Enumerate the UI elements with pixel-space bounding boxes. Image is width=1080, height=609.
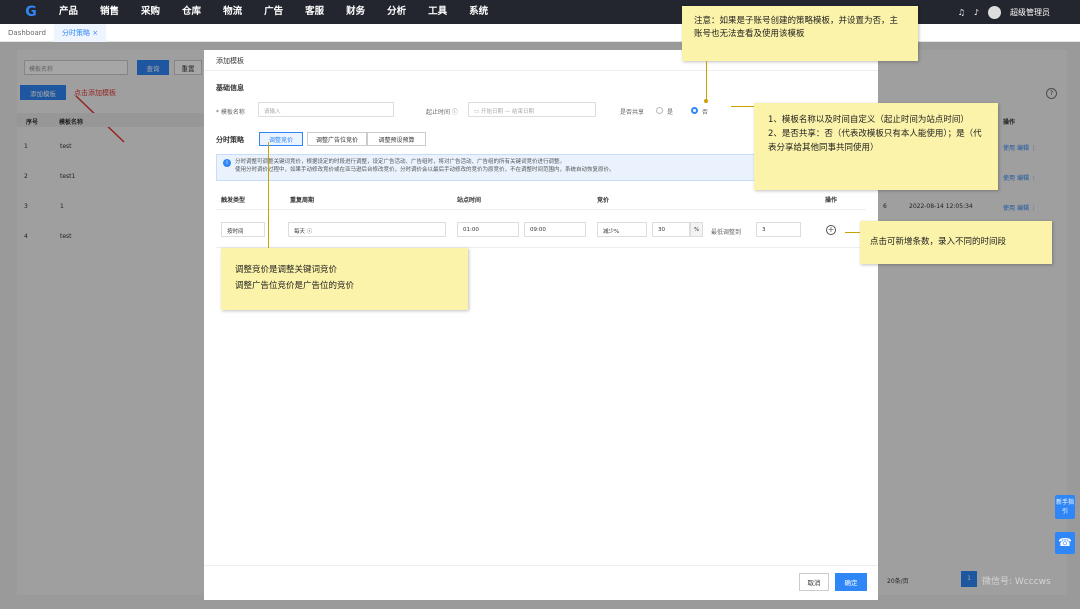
nav-item-sales[interactable]: 销售 <box>91 0 132 24</box>
th-bid: 竞价 <box>597 197 610 204</box>
nav-item-system[interactable]: 系统 <box>460 0 501 24</box>
nav-item-service[interactable]: 客服 <box>296 0 337 24</box>
info-icon: i <box>223 159 231 167</box>
note-add-row: 点击可新增条数，录入不同的时间段 <box>860 221 1052 264</box>
share-no-label: 否 <box>702 109 709 116</box>
note-connector <box>845 232 860 233</box>
note-connector <box>706 61 707 101</box>
nav-item-ads[interactable]: 广告 <box>255 0 296 24</box>
share-yes-label: 是 <box>667 109 674 116</box>
note-line-2: 2、是否共享：否（代表改模板只有本人能使用）；是（代表分享给其他同事共同使用） <box>768 129 982 153</box>
page-tabs: Dashboard 分时策略 × <box>0 23 1080 42</box>
tab-adjust-placement-bid[interactable]: 调整广告位竞价 <box>307 132 367 146</box>
cycle-select[interactable]: 每天 ⓘ <box>288 222 446 237</box>
template-name-input[interactable]: 请输入 <box>258 102 394 117</box>
add-row-icon[interactable]: + <box>826 225 836 235</box>
confirm-button[interactable]: 确定 <box>835 573 867 591</box>
th-type: 触发类型 <box>221 197 246 204</box>
top-right-tools: ♫ ♪ 超级管理员 <box>958 0 1050 24</box>
nav-item-purchase[interactable]: 采购 <box>132 0 173 24</box>
share-label: 是否共享 <box>620 109 645 116</box>
name-label: * 模板名称 <box>216 109 245 116</box>
end-time-input[interactable]: 09:00 <box>524 222 586 237</box>
tab-adjust-bid[interactable]: 调整竞价 <box>259 132 303 146</box>
nav-item-tools[interactable]: 工具 <box>419 0 460 24</box>
th-time: 站点时间 <box>457 197 482 204</box>
th-op: 操作 <box>825 197 838 204</box>
note-bid-line-1: 调整竞价是调整关键词竞价 <box>235 265 338 275</box>
nav-item-logistics[interactable]: 物流 <box>214 0 255 24</box>
strategy-label: 分时策略 <box>216 136 244 144</box>
app-logo[interactable]: G <box>14 0 48 24</box>
divider <box>204 565 878 566</box>
min-bid-input[interactable]: 3 <box>756 222 801 237</box>
tab-adjust-budget[interactable]: 调整预设预算 <box>367 132 426 146</box>
modal-title: 添加模板 <box>216 57 244 65</box>
main-nav: 产品 销售 采购 仓库 物流 广告 客服 财务 分析 工具 系统 <box>50 0 501 24</box>
guide-button[interactable]: 新手指引 <box>1055 495 1075 519</box>
bid-mode-select[interactable]: 减少% <box>597 222 647 237</box>
date-range-input[interactable]: ▭ 开始日期 — 结束日期 <box>468 102 596 117</box>
note-connector <box>731 106 754 107</box>
top-nav-bar: G 产品 销售 采购 仓库 物流 广告 客服 财务 分析 工具 系统 ♫ ♪ 超… <box>0 0 1080 24</box>
note-name-time-share: 1、模板名称以及时间自定义（起止时间为站点时间） 2、是否共享：否（代表改模板只… <box>754 103 998 190</box>
note-line-1: 1、模板名称以及时间自定义（起止时间为站点时间） <box>768 115 969 125</box>
info-line-1: 分时调整可调整关键词竞价，根据设定的时段进行调整，设定广告活动、广告组时，将对广… <box>235 159 566 165</box>
note-connector <box>268 142 269 248</box>
divider <box>216 209 866 210</box>
nav-item-product[interactable]: 产品 <box>50 0 91 24</box>
start-time-input[interactable]: 01:00 <box>457 222 519 237</box>
info-alert: i 分时调整可调整关键词竞价，根据设定的时段进行调整，设定广告活动、广告组时，将… <box>216 154 846 181</box>
nav-item-analysis[interactable]: 分析 <box>378 0 419 24</box>
nav-item-finance[interactable]: 财务 <box>337 0 378 24</box>
nav-item-warehouse[interactable]: 仓库 <box>173 0 214 24</box>
th-cycle: 重复周期 <box>290 197 315 204</box>
bid-value-input[interactable]: 30 <box>652 222 690 237</box>
min-label: 最低调整到 <box>711 229 742 236</box>
customer-service-icon[interactable]: ☎ <box>1055 532 1075 554</box>
share-yes-radio[interactable] <box>656 107 663 114</box>
divider <box>204 70 878 71</box>
time-label: 起止时间 ⓘ <box>426 109 458 116</box>
calendar-icon: ▭ <box>474 109 480 115</box>
headset-icon[interactable]: ♫ <box>958 8 965 17</box>
note-connector-dot <box>704 99 708 103</box>
note-subaccount: 注意：如果是子账号创建的策略模板，并设置为否，主账号也无法查看及使用该模板 <box>682 6 918 61</box>
bell-icon[interactable]: ♪ <box>974 8 979 17</box>
basic-info-heading: 基础信息 <box>216 84 244 92</box>
tab-dashboard[interactable]: Dashboard <box>0 24 54 42</box>
trigger-type-select[interactable]: 按时间 <box>221 222 265 237</box>
share-no-radio[interactable] <box>691 107 698 114</box>
percent-suffix: % <box>690 222 703 237</box>
cancel-button[interactable]: 取消 <box>799 573 829 591</box>
note-bid-types: 调整竞价是调整关键词竞价 调整广告位竞价是广告位的竞价 <box>221 248 468 310</box>
watermark: 微信号: Wcccws <box>982 577 1051 587</box>
info-line-2: 使用分时调价过程中，如果手动修改竞价或在亚马逊后台修改竞价，分时调价会以最后手动… <box>235 167 615 173</box>
note-bid-line-2: 调整广告位竞价是广告位的竞价 <box>235 281 355 291</box>
avatar[interactable] <box>988 5 1001 19</box>
tab-time-strategy[interactable]: 分时策略 × <box>53 23 107 42</box>
username[interactable]: 超级管理员 <box>1010 7 1050 18</box>
